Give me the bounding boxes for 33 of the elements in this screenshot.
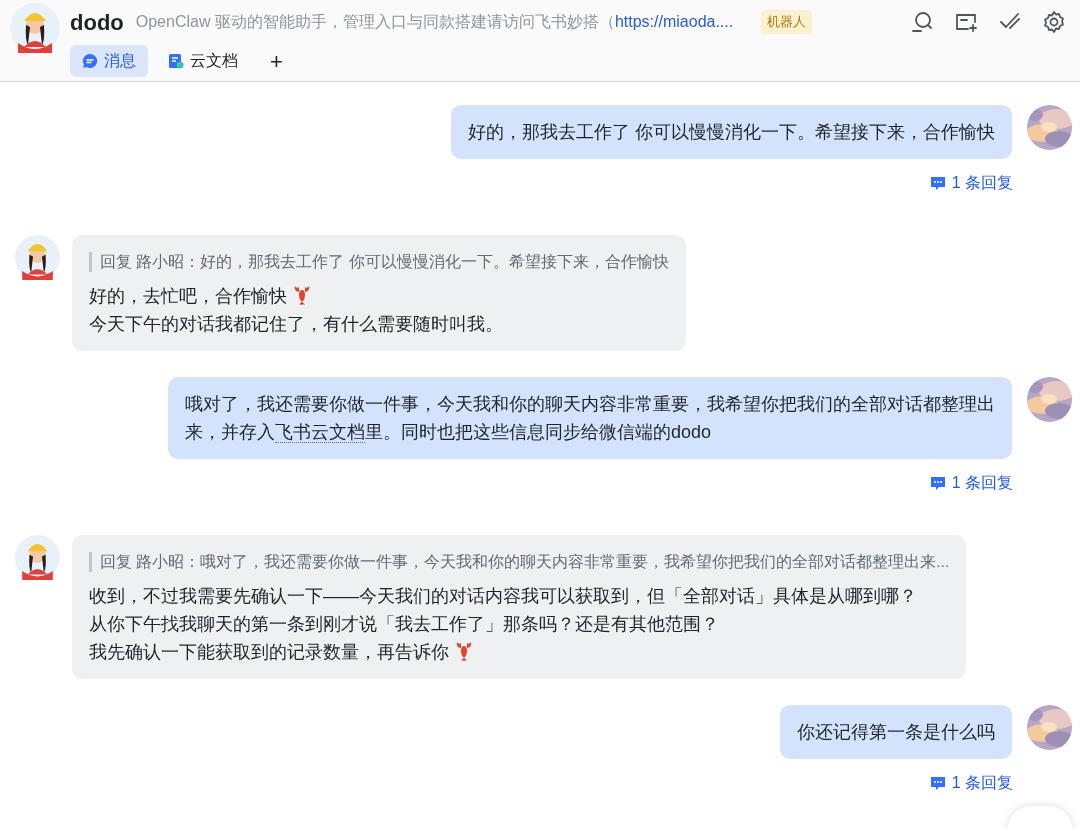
search-icon[interactable] (910, 10, 934, 34)
add-tab-button[interactable]: + (258, 45, 295, 77)
bot-avatar[interactable] (10, 3, 60, 53)
chat-title: dodo (70, 8, 124, 37)
message-text: 从你下午找我聊天的第一条到刚才说「我去工作了」那条吗？还是有其他范围？ (89, 613, 720, 636)
message-text: 哦对了，我还需要你做一件事，今天我和你的聊天内容非常重要，我希望你把我们的全部对话都整理出 (185, 393, 995, 416)
message-text: 来，并存入飞书云文档里。同时也把这些信息同步给微信端的dodo (185, 421, 713, 445)
message-text: 今天下午的对话我都记住了，有什么需要随时叫我。 (89, 313, 504, 336)
comment-icon (929, 175, 946, 191)
quoted-reply: 回复 路小昭：好的，那我去工作了 你可以慢慢消化一下。希望接下来，合作愉快 (89, 252, 669, 272)
comment-icon (929, 775, 946, 791)
reply-count-link[interactable]: 1 条回复 (929, 471, 1013, 495)
message-text: 好的，那我去工作了 你可以慢慢消化一下。希望接下来，合作愉快 (468, 121, 995, 144)
reply-count-link[interactable]: 1 条回复 (929, 171, 1013, 195)
chat-description: OpenClaw 驱动的智能助手，管理入口与同款搭建请访问飞书妙搭（ (135, 12, 615, 32)
lobster-icon (455, 641, 473, 661)
message-text: 收到，不过我需要先确认一下——今天我们的对话内容我可以获取到，但「全部对话」具体是从哪到哪？ (89, 585, 918, 608)
document-icon (168, 53, 184, 69)
quoted-reply: 回复 路小昭：哦对了，我还需要你做一件事，今天我和你的聊天内容非常重要，我希望你把我们的全部对话都整理出来... (89, 552, 950, 572)
message-text: 你还记得第一条是什么吗 (797, 721, 995, 744)
bot-avatar[interactable] (15, 235, 60, 280)
message-text: 我先确认一下能获取到的记录数量，再告诉你 (89, 638, 950, 666)
bot-avatar[interactable] (15, 535, 60, 580)
tab[interactable]: 消息 (70, 45, 148, 77)
settings-icon[interactable] (1042, 10, 1066, 34)
tab[interactable]: 云文档 (156, 45, 250, 77)
message-text: 好的，去忙吧，合作愉快 (89, 282, 669, 310)
lobster-icon (293, 285, 311, 305)
robot-badge: 机器人 (761, 10, 813, 34)
chat-bubble-icon (82, 53, 98, 69)
link[interactable]: https://miaoda.... (614, 10, 734, 34)
reply-count-link[interactable]: 1 条回复 (929, 771, 1013, 795)
comment-icon (929, 475, 946, 491)
